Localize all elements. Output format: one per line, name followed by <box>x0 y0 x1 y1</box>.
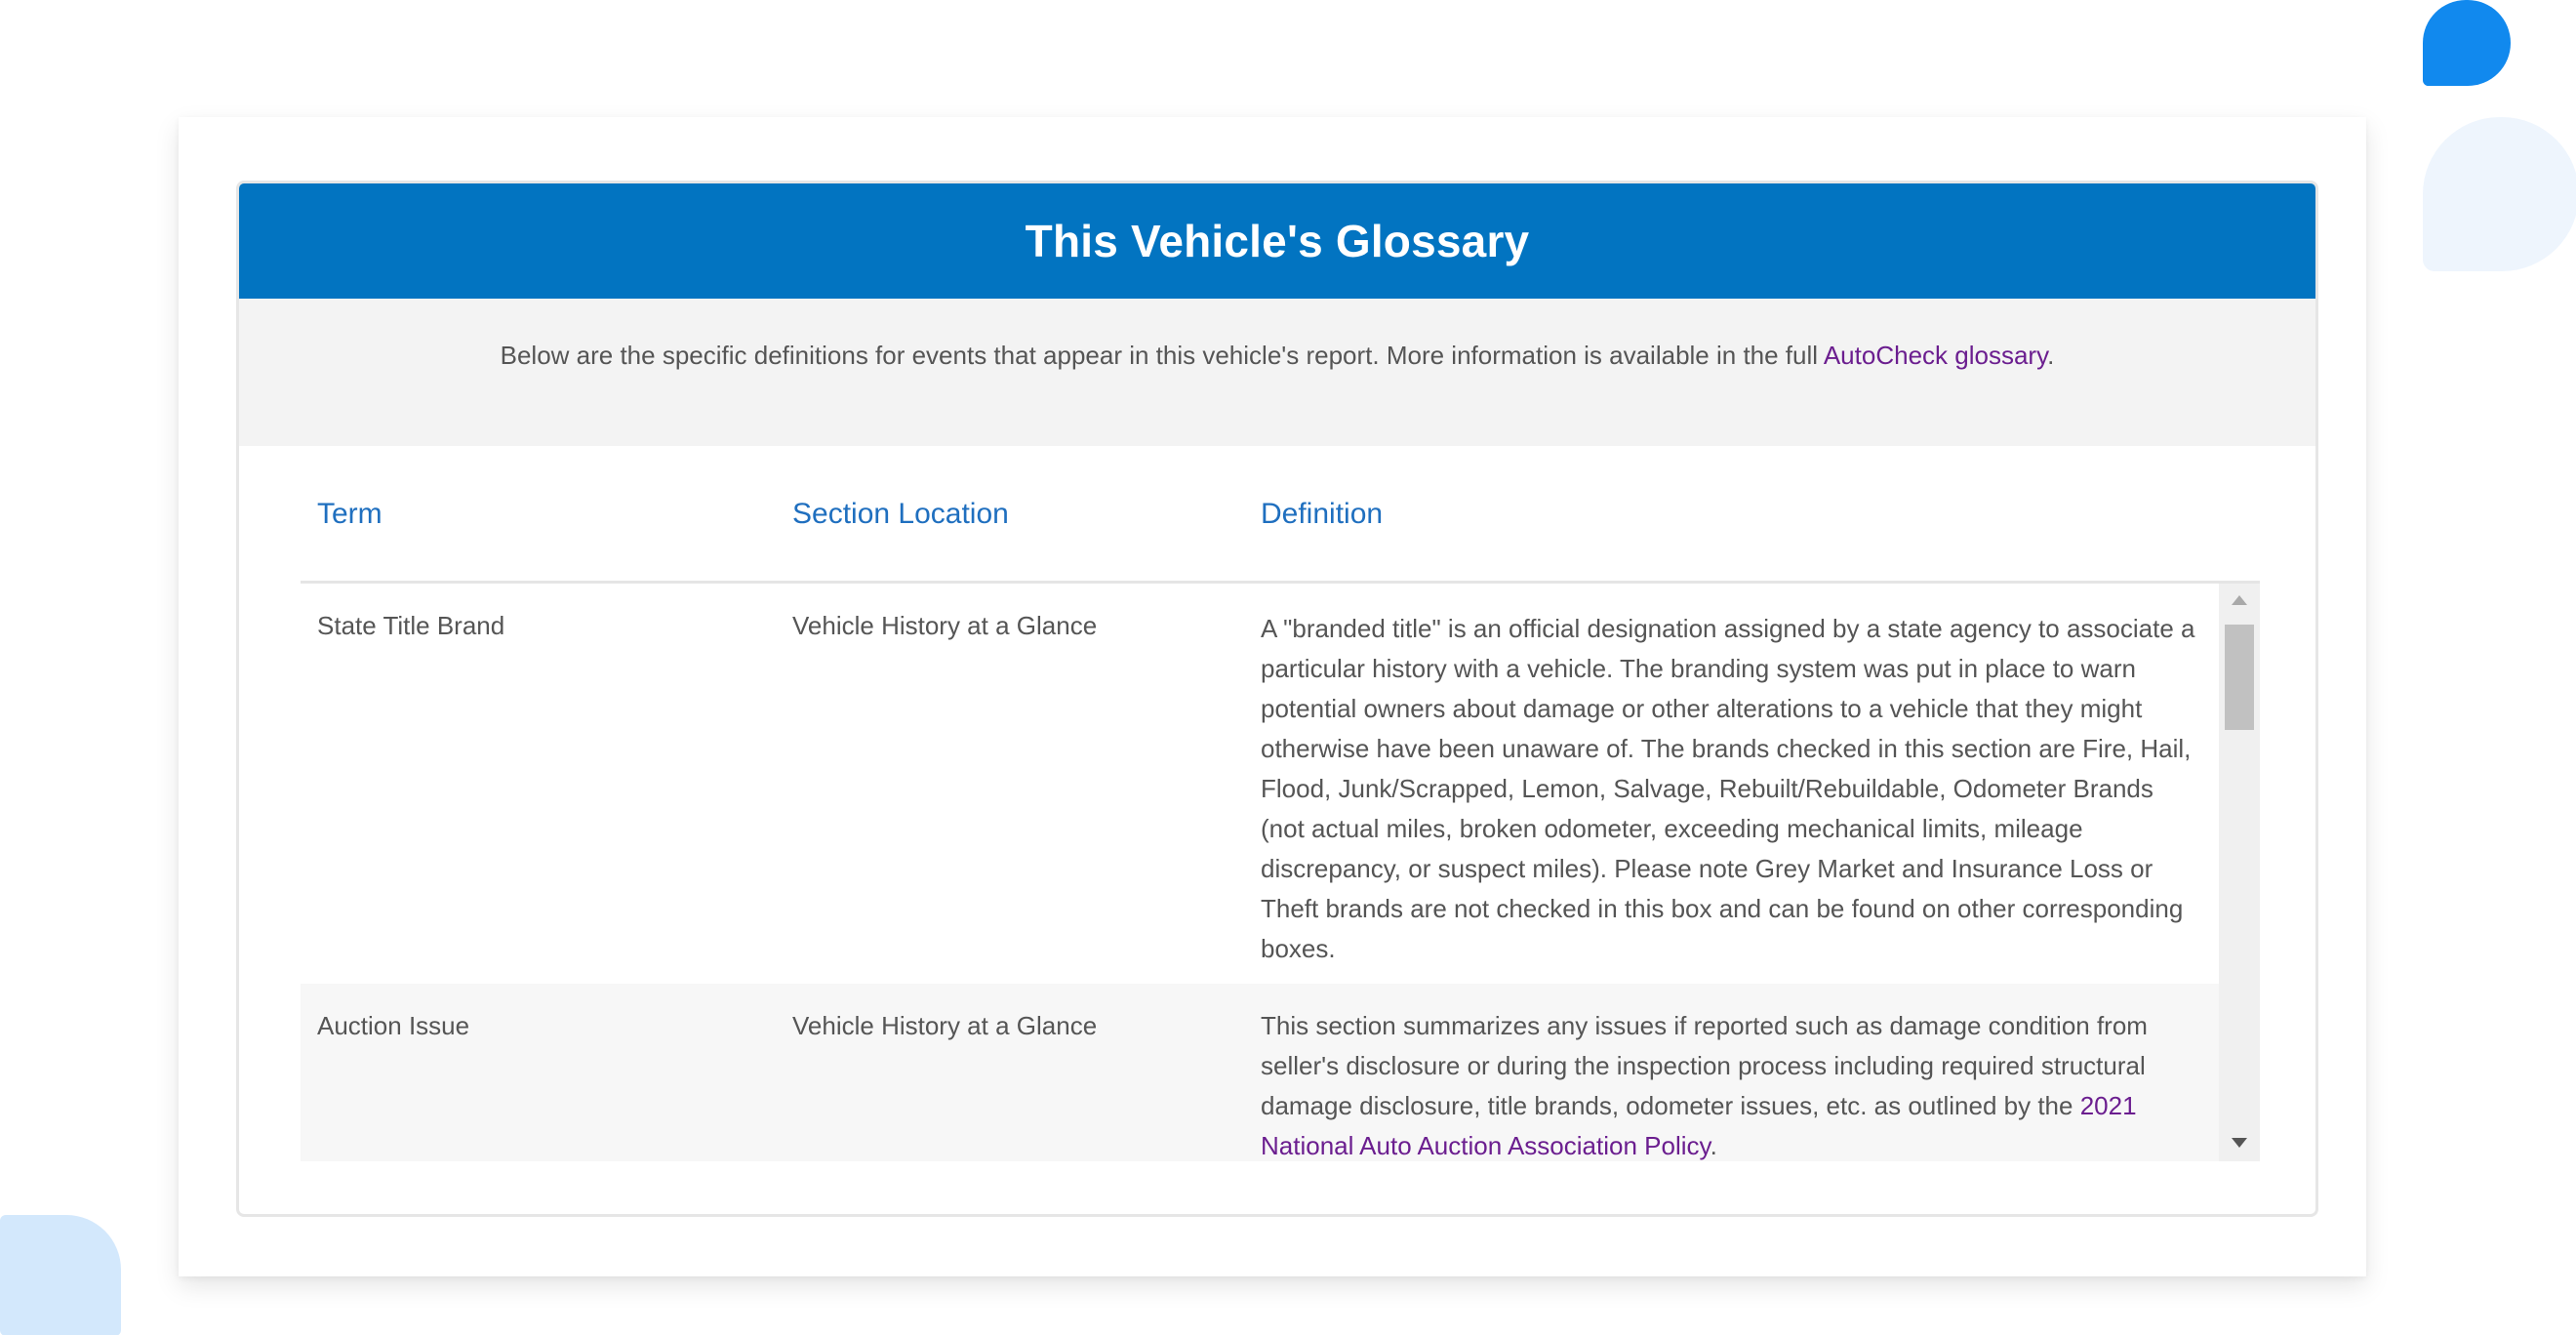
scrollbar-thumb[interactable] <box>2225 625 2254 730</box>
row-section-location: Vehicle History at a Glance <box>792 611 1098 640</box>
scroll-down-arrow-icon[interactable] <box>2232 1138 2247 1148</box>
glossary-header: This Vehicle's Glossary <box>239 183 2315 299</box>
scroll-up-arrow-icon[interactable] <box>2232 595 2247 605</box>
decorative-blob-light <box>2423 117 2576 271</box>
row-term: Auction Issue <box>317 1011 470 1040</box>
row-definition: A "branded title" is an official designa… <box>1261 614 2195 963</box>
column-header-term: Term <box>317 497 382 530</box>
glossary-table: Term Section Location Definition State T… <box>301 447 2260 1161</box>
intro-text: Below are the specific definitions for e… <box>500 341 1824 370</box>
column-header-definition: Definition <box>1261 497 1384 530</box>
table-row: Auction Issue Vehicle History at a Glanc… <box>301 984 2219 1161</box>
autocheck-glossary-link[interactable]: AutoCheck glossary <box>1824 341 2047 370</box>
glossary-intro: Below are the specific definitions for e… <box>239 299 2315 446</box>
vertical-scrollbar[interactable] <box>2219 584 2260 1161</box>
table-row: State Title Brand Vehicle History at a G… <box>301 584 2219 984</box>
decorative-blob-blue <box>2423 0 2511 86</box>
definition-text: This section summarizes any issues if re… <box>1261 1011 2148 1120</box>
glossary-panel: This Vehicle's Glossary Below are the sp… <box>236 181 2318 1217</box>
row-section-location: Vehicle History at a Glance <box>792 1011 1098 1040</box>
definition-end: . <box>1710 1131 1717 1160</box>
column-header-section-location: Section Location <box>792 497 1009 530</box>
row-term: State Title Brand <box>317 611 505 640</box>
intro-end: . <box>2047 341 2055 370</box>
row-definition: This section summarizes any issues if re… <box>1261 984 2219 1161</box>
glossary-title: This Vehicle's Glossary <box>1025 216 1530 266</box>
decorative-blob-pale <box>0 1215 121 1335</box>
table-header-row: Term Section Location Definition <box>301 447 2260 584</box>
table-body-scroll-area[interactable]: State Title Brand Vehicle History at a G… <box>301 584 2260 1161</box>
table-rows: State Title Brand Vehicle History at a G… <box>301 584 2219 1161</box>
